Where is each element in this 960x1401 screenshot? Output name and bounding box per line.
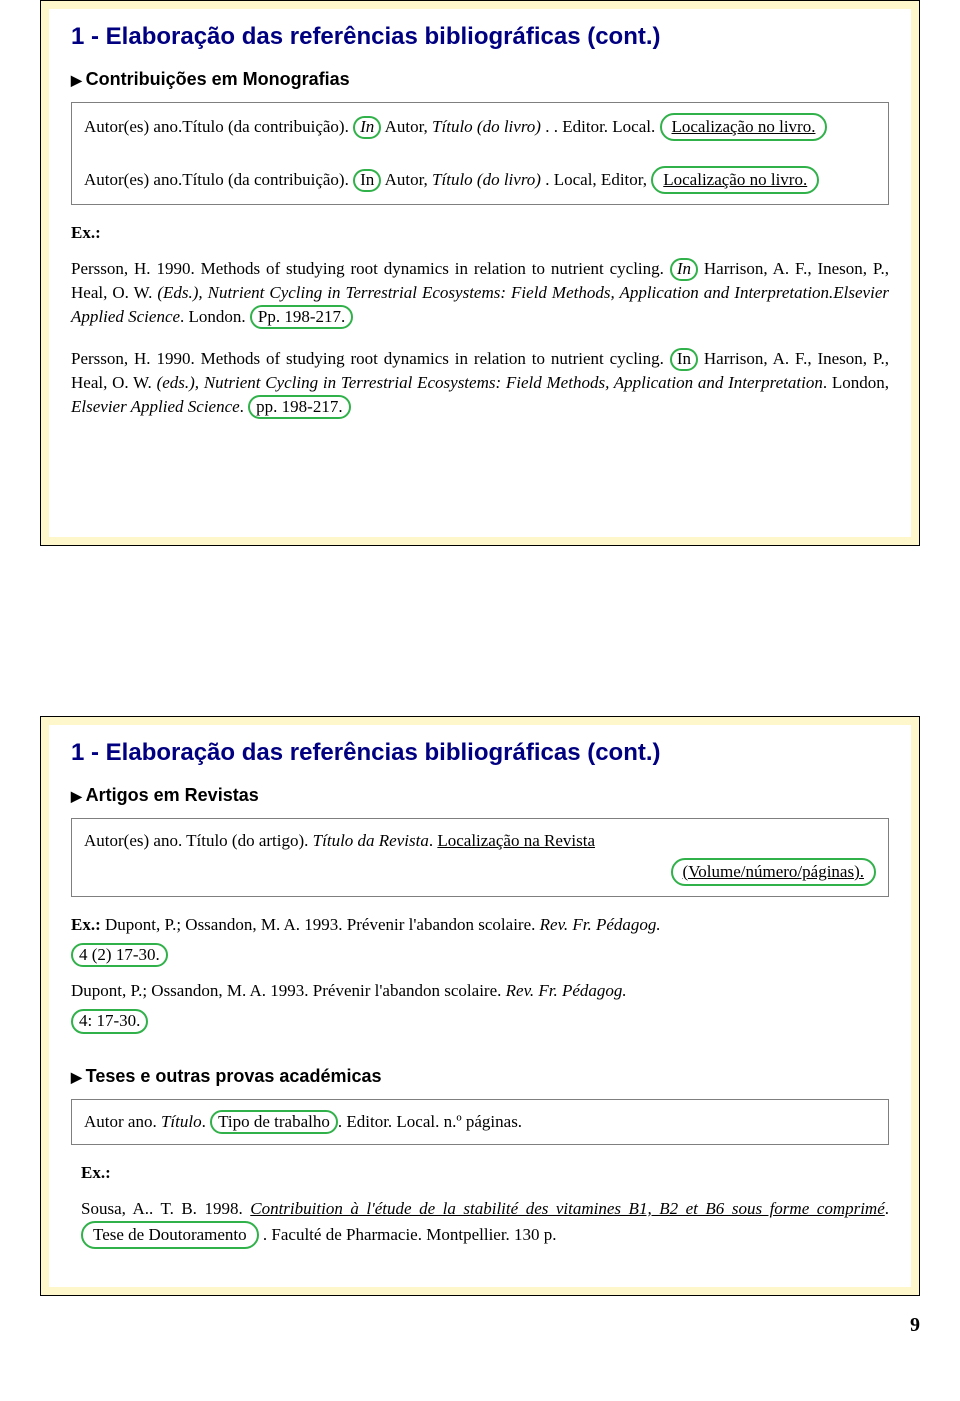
slide2-sub1: Artigos em Revistas (71, 785, 889, 806)
text: Dupont, P.; Ossandon, M. A. 1993. Préven… (101, 915, 540, 934)
spacer (71, 1046, 889, 1066)
text: . London, (823, 373, 889, 392)
circled-vol: 4 (2) 17-30. (71, 943, 168, 967)
localizacao-text: Localização no livro. (672, 117, 816, 136)
in-plain: In (677, 349, 691, 368)
in-italic: In (677, 259, 691, 278)
ex-label: Ex.: (71, 915, 101, 934)
text: Autor, (385, 117, 432, 136)
circled-in: In (353, 116, 381, 139)
circled-localizacao: Localização no livro. (651, 166, 819, 194)
ex-label-row: Ex.: (71, 221, 889, 245)
text: . (202, 1112, 211, 1131)
text: . Editor. Local. n.º páginas. (338, 1112, 522, 1131)
text: Persson, H. 1990. Methods of studying ro… (71, 349, 670, 368)
example-journal-1-vol: 4 (2) 17-30. (71, 943, 889, 967)
page-number: 9 (40, 1314, 920, 1337)
format-box-a: Autor(es) ano.Título (da contribuição). … (71, 102, 889, 205)
book-title-italic: Título (do livro) (432, 117, 541, 136)
circled-in: In (353, 169, 381, 192)
circled-vol: 4: 17-30. (71, 1009, 148, 1033)
example-thesis: Sousa, A.. T. B. 1998. Contribuition à l… (81, 1197, 889, 1249)
example-paragraph-1: Persson, H. 1990. Methods of studying ro… (71, 257, 889, 329)
titulo-italic: Título (161, 1112, 202, 1131)
rev-italic: Rev. Fr. Pédagog. (540, 915, 661, 934)
circled-tipo: Tipo de trabalho (210, 1110, 338, 1134)
circled-pp: pp. 198-217. (248, 395, 350, 419)
thesis-title-underline: Contribuition à l'étude de la stabilité … (250, 1199, 885, 1218)
text: . (240, 397, 249, 416)
slide1-sub1: Contribuições em Monografias (71, 69, 889, 90)
slide-1: 1 - Elaboração das referências bibliográ… (40, 0, 920, 546)
circled-localizacao: Localização no livro. (660, 113, 828, 141)
journal-title-italic: Título da Revista (313, 831, 429, 850)
slide-gap (40, 546, 920, 716)
in-italic: In (360, 117, 374, 136)
localizacao-text: Localização no livro. (663, 170, 807, 189)
text: Autor ano. (84, 1112, 161, 1131)
ex-label: Ex.: (71, 223, 101, 242)
format-box-artigos: Autor(es) ano. Título (do artigo). Títul… (71, 818, 889, 897)
circled-in: In (670, 258, 698, 281)
rev-italic: Rev. Fr. Pédagog. (506, 981, 627, 1000)
slide2-sub2: Teses e outras provas académicas (71, 1066, 889, 1087)
spacer (71, 431, 889, 511)
circled-volume: (Volume/número/páginas). (671, 858, 876, 886)
example-journal-1: Ex.: Dupont, P.; Ossandon, M. A. 1993. P… (71, 913, 889, 937)
text: Persson, H. 1990. Methods of studying ro… (71, 259, 670, 278)
example-journal-2: Dupont, P.; Ossandon, M. A. 1993. Préven… (71, 979, 889, 1003)
slide2-title: 1 - Elaboração das referências bibliográ… (71, 739, 889, 767)
slide-2: 1 - Elaboração das referências bibliográ… (40, 716, 920, 1296)
example-paragraph-2: Persson, H. 1990. Methods of studying ro… (71, 347, 889, 419)
text: Autor, (385, 170, 432, 189)
eds-italic: (eds.), Nutrient Cycling in Terrestrial … (157, 373, 823, 392)
text: . (885, 1199, 889, 1218)
text: Dupont, P.; Ossandon, M. A. 1993. Préven… (71, 981, 506, 1000)
slide1-title: 1 - Elaboração das referências bibliográ… (71, 23, 889, 51)
example-journal-2-vol: 4: 17-30. (71, 1009, 889, 1033)
text: . London. (180, 307, 250, 326)
text: . Local, Editor, (545, 170, 651, 189)
text: . Faculté de Pharmacie. Montpellier. 130… (259, 1225, 557, 1244)
text: Autor(es) ano. Título (do artigo). (84, 831, 313, 850)
ex-label: Ex.: (81, 1163, 111, 1182)
in-plain: In (360, 170, 374, 189)
format-box-teses: Autor ano. Título. Tipo de trabalho. Edi… (71, 1099, 889, 1146)
text: Sousa, A.. T. B. 1998. (81, 1199, 250, 1218)
text: . . Editor. Local. (545, 117, 659, 136)
volume-text: (Volume/número/páginas). (683, 862, 864, 881)
localizacao-revista: Localização na Revista (437, 831, 595, 850)
circled-pp: Pp. 198-217. (250, 305, 353, 329)
book-title-italic: Título (do livro) (432, 170, 541, 189)
publisher-italic: Elsevier Applied Science (71, 397, 240, 416)
text: Autor(es) ano.Título (da contribuição). (84, 170, 353, 189)
slide-1-content: 1 - Elaboração das referências bibliográ… (41, 1, 919, 545)
text: Autor(es) ano.Título (da contribuição). (84, 117, 353, 136)
ex2-label-row: Ex.: (81, 1161, 889, 1185)
slide-2-content: 1 - Elaboração das referências bibliográ… (41, 717, 919, 1295)
circled-tese: Tese de Doutoramento (81, 1221, 259, 1249)
circled-in: In (670, 348, 698, 371)
